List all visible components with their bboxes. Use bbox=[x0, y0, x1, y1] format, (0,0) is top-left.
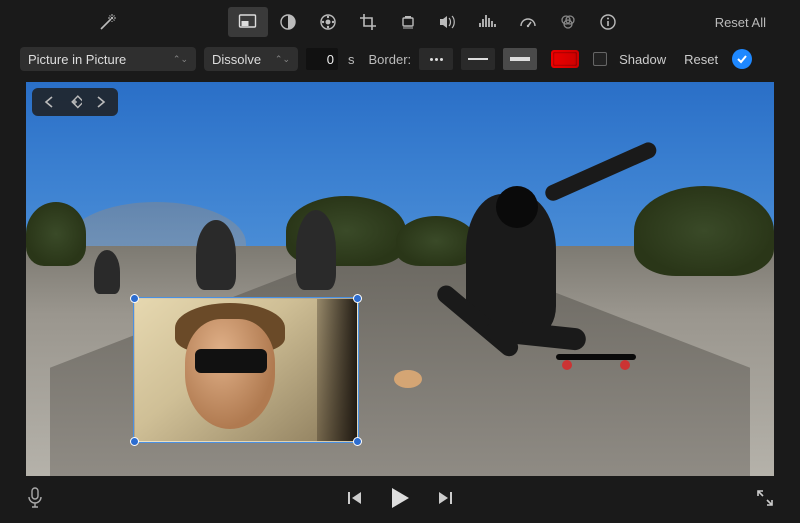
next-keyframe-button[interactable] bbox=[88, 90, 114, 114]
reset-all-button[interactable]: Reset All bbox=[715, 15, 766, 30]
bg-skater bbox=[296, 210, 336, 290]
resize-handle-tr[interactable] bbox=[353, 294, 362, 303]
pip-overlay[interactable] bbox=[134, 298, 358, 442]
play-button[interactable] bbox=[389, 486, 411, 510]
magic-wand-button[interactable] bbox=[88, 7, 128, 37]
border-none-option[interactable] bbox=[419, 48, 453, 70]
border-thick-option[interactable] bbox=[503, 48, 537, 70]
color-balance-tool[interactable] bbox=[268, 7, 308, 37]
bg-tree bbox=[26, 202, 86, 266]
tool-icons-group bbox=[228, 7, 628, 37]
duration-field[interactable]: 0 bbox=[306, 48, 338, 70]
bg-skater bbox=[94, 250, 120, 294]
reset-button[interactable]: Reset bbox=[684, 52, 718, 67]
shadow-checkbox[interactable] bbox=[593, 52, 607, 66]
overlay-mode-dropdown[interactable]: Picture in Picture ⌃⌄ bbox=[20, 47, 196, 71]
overlay-mode-value: Picture in Picture bbox=[28, 52, 126, 67]
stabilize-tool[interactable] bbox=[388, 7, 428, 37]
top-toolbar: Reset All bbox=[0, 0, 800, 42]
border-thin-option[interactable] bbox=[461, 48, 495, 70]
effects-tool[interactable] bbox=[548, 7, 588, 37]
bg-skater bbox=[196, 220, 236, 290]
apply-button[interactable] bbox=[732, 49, 752, 69]
color-correction-tool[interactable] bbox=[308, 7, 348, 37]
chevron-down-icon: ⌃⌄ bbox=[275, 54, 290, 65]
noise-reduction-tool[interactable] bbox=[468, 7, 508, 37]
crop-tool[interactable] bbox=[348, 7, 388, 37]
prev-keyframe-button[interactable] bbox=[36, 90, 62, 114]
resize-handle-tl[interactable] bbox=[130, 294, 139, 303]
overlay-settings-bar: Picture in Picture ⌃⌄ Dissolve ⌃⌄ 0 s Bo… bbox=[0, 42, 800, 78]
border-color-well[interactable] bbox=[551, 50, 579, 68]
duration-unit-label: s bbox=[348, 52, 355, 67]
transition-value: Dissolve bbox=[212, 52, 261, 67]
voiceover-mic-button[interactable] bbox=[26, 487, 44, 509]
keyframe-nav bbox=[32, 88, 118, 116]
preview-viewer[interactable] bbox=[26, 82, 774, 476]
skip-forward-button[interactable] bbox=[437, 490, 453, 506]
resize-handle-br[interactable] bbox=[353, 437, 362, 446]
transport-bar bbox=[0, 476, 800, 520]
chevron-down-icon: ⌃⌄ bbox=[173, 54, 188, 65]
skip-back-button[interactable] bbox=[347, 490, 363, 506]
shadow-label: Shadow bbox=[619, 52, 666, 67]
volume-tool[interactable] bbox=[428, 7, 468, 37]
resize-handle-bl[interactable] bbox=[130, 437, 139, 446]
video-overlay-tool[interactable] bbox=[228, 7, 268, 37]
border-label: Border: bbox=[369, 52, 412, 67]
transition-dropdown[interactable]: Dissolve ⌃⌄ bbox=[204, 47, 298, 71]
add-keyframe-button[interactable] bbox=[62, 90, 88, 114]
fullscreen-button[interactable] bbox=[756, 489, 774, 507]
playback-controls bbox=[347, 486, 453, 510]
bg-skater-main bbox=[396, 194, 656, 394]
speed-tool[interactable] bbox=[508, 7, 548, 37]
info-tool[interactable] bbox=[588, 7, 628, 37]
